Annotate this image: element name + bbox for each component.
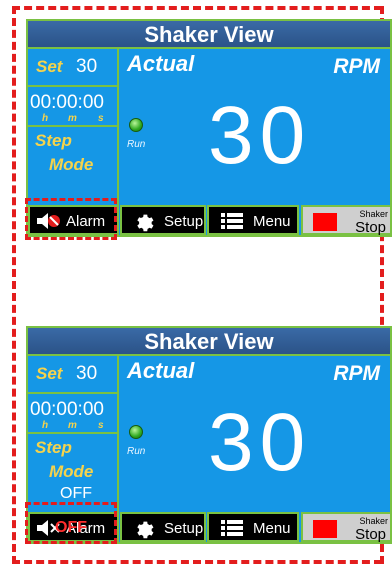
- setpoint-column: Set 30 00:00:00 h m s Step Mode OFF: [28, 356, 119, 512]
- shaker-label: Shaker: [359, 209, 388, 219]
- stop-label: Stop: [355, 219, 386, 236]
- rpm-label: RPM: [333, 362, 380, 385]
- minutes-label: m: [68, 113, 77, 124]
- set-label: Set: [36, 364, 63, 383]
- stop-square-icon: [313, 213, 337, 231]
- page-title: Shaker View: [28, 328, 390, 356]
- set-label: Set: [36, 57, 63, 76]
- shaker-stop-button[interactable]: Shaker Stop: [301, 205, 390, 236]
- menu-list-icon: [221, 520, 243, 536]
- gear-icon: [137, 214, 154, 232]
- stop-square-icon: [313, 520, 337, 538]
- hours-label: h: [42, 420, 49, 431]
- rpm-label: RPM: [333, 55, 380, 78]
- menu-label: Menu: [253, 213, 291, 230]
- hours-label: h: [42, 113, 49, 124]
- set-row[interactable]: Set 30: [28, 49, 119, 87]
- set-row[interactable]: Set 30: [28, 356, 119, 394]
- actual-label: Actual: [127, 51, 195, 76]
- timer-value: 00:00:00: [30, 92, 104, 113]
- shaker-label: Shaker: [359, 516, 388, 526]
- setup-button[interactable]: Setup: [120, 205, 206, 235]
- mode-label: Mode: [49, 155, 94, 174]
- menu-button[interactable]: Menu: [207, 205, 299, 235]
- menu-list-icon: [221, 213, 243, 229]
- run-led-icon: [129, 118, 143, 132]
- stop-label: Stop: [355, 526, 386, 543]
- set-value: 30: [76, 56, 98, 77]
- actual-rpm-value: 30: [208, 397, 312, 488]
- run-label: Run: [127, 139, 146, 150]
- step-label: Step: [35, 131, 72, 150]
- run-led-icon: [129, 425, 143, 439]
- setup-button[interactable]: Setup: [120, 512, 206, 542]
- timer-row[interactable]: 00:00:00 h m s: [28, 394, 119, 434]
- mode-label: Mode: [49, 462, 94, 481]
- seconds-label: s: [98, 420, 104, 431]
- alarm-highlight-box: [25, 198, 117, 240]
- actual-rpm-value: 30: [208, 90, 312, 181]
- set-value: 30: [76, 363, 98, 384]
- timer-value: 00:00:00: [30, 399, 104, 420]
- menu-button[interactable]: Menu: [207, 512, 299, 542]
- gear-icon: [137, 521, 154, 539]
- setup-label: Setup: [164, 213, 204, 230]
- minutes-label: m: [68, 420, 77, 431]
- menu-label: Menu: [253, 520, 291, 537]
- actual-label: Actual: [127, 358, 195, 383]
- mode-value: OFF: [60, 485, 92, 502]
- setup-label: Setup: [164, 520, 204, 537]
- alarm-highlight-box: [25, 502, 117, 544]
- seconds-label: s: [98, 113, 104, 124]
- step-label: Step: [35, 438, 72, 457]
- setpoint-column: Set 30 00:00:00 h m s Step Mode: [28, 49, 119, 205]
- shaker-stop-button[interactable]: Shaker Stop: [301, 512, 390, 543]
- timer-row[interactable]: 00:00:00 h m s: [28, 87, 119, 127]
- run-label: Run: [127, 446, 146, 457]
- page-title: Shaker View: [28, 21, 390, 49]
